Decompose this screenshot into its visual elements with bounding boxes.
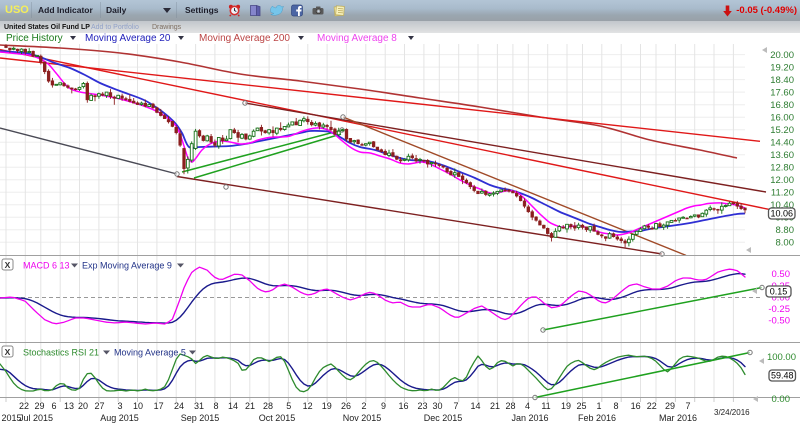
svg-text:16: 16 [398,401,408,411]
svg-text:30: 30 [432,401,442,411]
svg-text:26: 26 [341,401,351,411]
svg-text:12: 12 [303,401,313,411]
svg-text:Dec 2015: Dec 2015 [424,413,463,423]
svg-text:59.48: 59.48 [771,371,794,381]
svg-text:MACD 6 13: MACD 6 13 [23,261,70,271]
svg-text:Exp Moving Average 9: Exp Moving Average 9 [82,261,172,271]
svg-text:Jan 2016: Jan 2016 [511,413,548,423]
svg-text:X: X [5,260,11,270]
svg-text:Stochastics RSI 21: Stochastics RSI 21 [23,348,99,358]
svg-text:7: 7 [453,401,458,411]
svg-text:19: 19 [322,401,332,411]
svg-text:13.60: 13.60 [770,150,794,161]
svg-text:31: 31 [194,401,204,411]
svg-text:29: 29 [34,401,44,411]
svg-text:17: 17 [154,401,164,411]
svg-text:8: 8 [613,401,618,411]
svg-text:20: 20 [78,401,88,411]
svg-text:21: 21 [245,401,255,411]
svg-text:14: 14 [228,401,238,411]
svg-text:19: 19 [561,401,571,411]
svg-text:24: 24 [174,401,184,411]
svg-text:14.40: 14.40 [770,137,794,148]
svg-text:17.60: 17.60 [770,87,794,98]
svg-text:20.00: 20.00 [770,50,794,61]
svg-text:9: 9 [381,401,386,411]
svg-text:Aug 2015: Aug 2015 [100,413,139,423]
svg-text:25: 25 [576,401,586,411]
svg-text:Sep 2015: Sep 2015 [181,413,220,423]
svg-text:-0.25: -0.25 [768,304,790,315]
svg-text:5: 5 [286,401,291,411]
svg-text:22: 22 [647,401,657,411]
svg-text:28: 28 [505,401,515,411]
svg-text:-0.50: -0.50 [768,316,790,327]
svg-text:8: 8 [213,401,218,411]
svg-text:11: 11 [541,401,550,411]
svg-text:21: 21 [490,401,500,411]
svg-text:X: X [5,347,11,357]
svg-text:7: 7 [685,401,690,411]
svg-text:0.15: 0.15 [770,287,788,297]
svg-text:Jul 2015: Jul 2015 [19,413,53,423]
svg-text:10.06: 10.06 [771,209,794,219]
svg-text:0.50: 0.50 [772,269,791,280]
svg-text:29: 29 [665,401,675,411]
svg-text:16: 16 [631,401,641,411]
svg-text:27: 27 [94,401,104,411]
svg-text:6: 6 [51,401,56,411]
svg-text:8.80: 8.80 [776,225,795,236]
svg-text:2: 2 [361,401,366,411]
svg-text:Oct 2015: Oct 2015 [259,413,296,423]
svg-text:8.00: 8.00 [776,238,795,249]
svg-text:28: 28 [263,401,273,411]
svg-text:Nov 2015: Nov 2015 [343,413,382,423]
svg-text:15.20: 15.20 [770,125,794,136]
svg-text:16.80: 16.80 [770,100,794,111]
svg-text:18.40: 18.40 [770,75,794,86]
svg-text:12.80: 12.80 [770,162,794,173]
svg-text:Feb 2016: Feb 2016 [578,413,616,423]
svg-text:10: 10 [133,401,143,411]
svg-text:Mar 2016: Mar 2016 [659,413,697,423]
svg-text:16.00: 16.00 [770,112,794,123]
svg-text:4: 4 [525,401,530,411]
svg-text:23: 23 [417,401,427,411]
svg-text:Moving Average 5: Moving Average 5 [114,348,186,358]
svg-text:14: 14 [470,401,480,411]
svg-text:19.20: 19.20 [770,62,794,73]
svg-text:13: 13 [64,401,74,411]
svg-text:12.00: 12.00 [770,175,794,186]
svg-text:0.00: 0.00 [772,394,791,405]
svg-text:1: 1 [596,401,601,411]
svg-text:22: 22 [19,401,29,411]
svg-text:3: 3 [117,401,122,411]
svg-text:3/24/2016: 3/24/2016 [714,408,750,417]
svg-text:100.00: 100.00 [767,352,796,363]
svg-text:11.20: 11.20 [771,187,794,198]
